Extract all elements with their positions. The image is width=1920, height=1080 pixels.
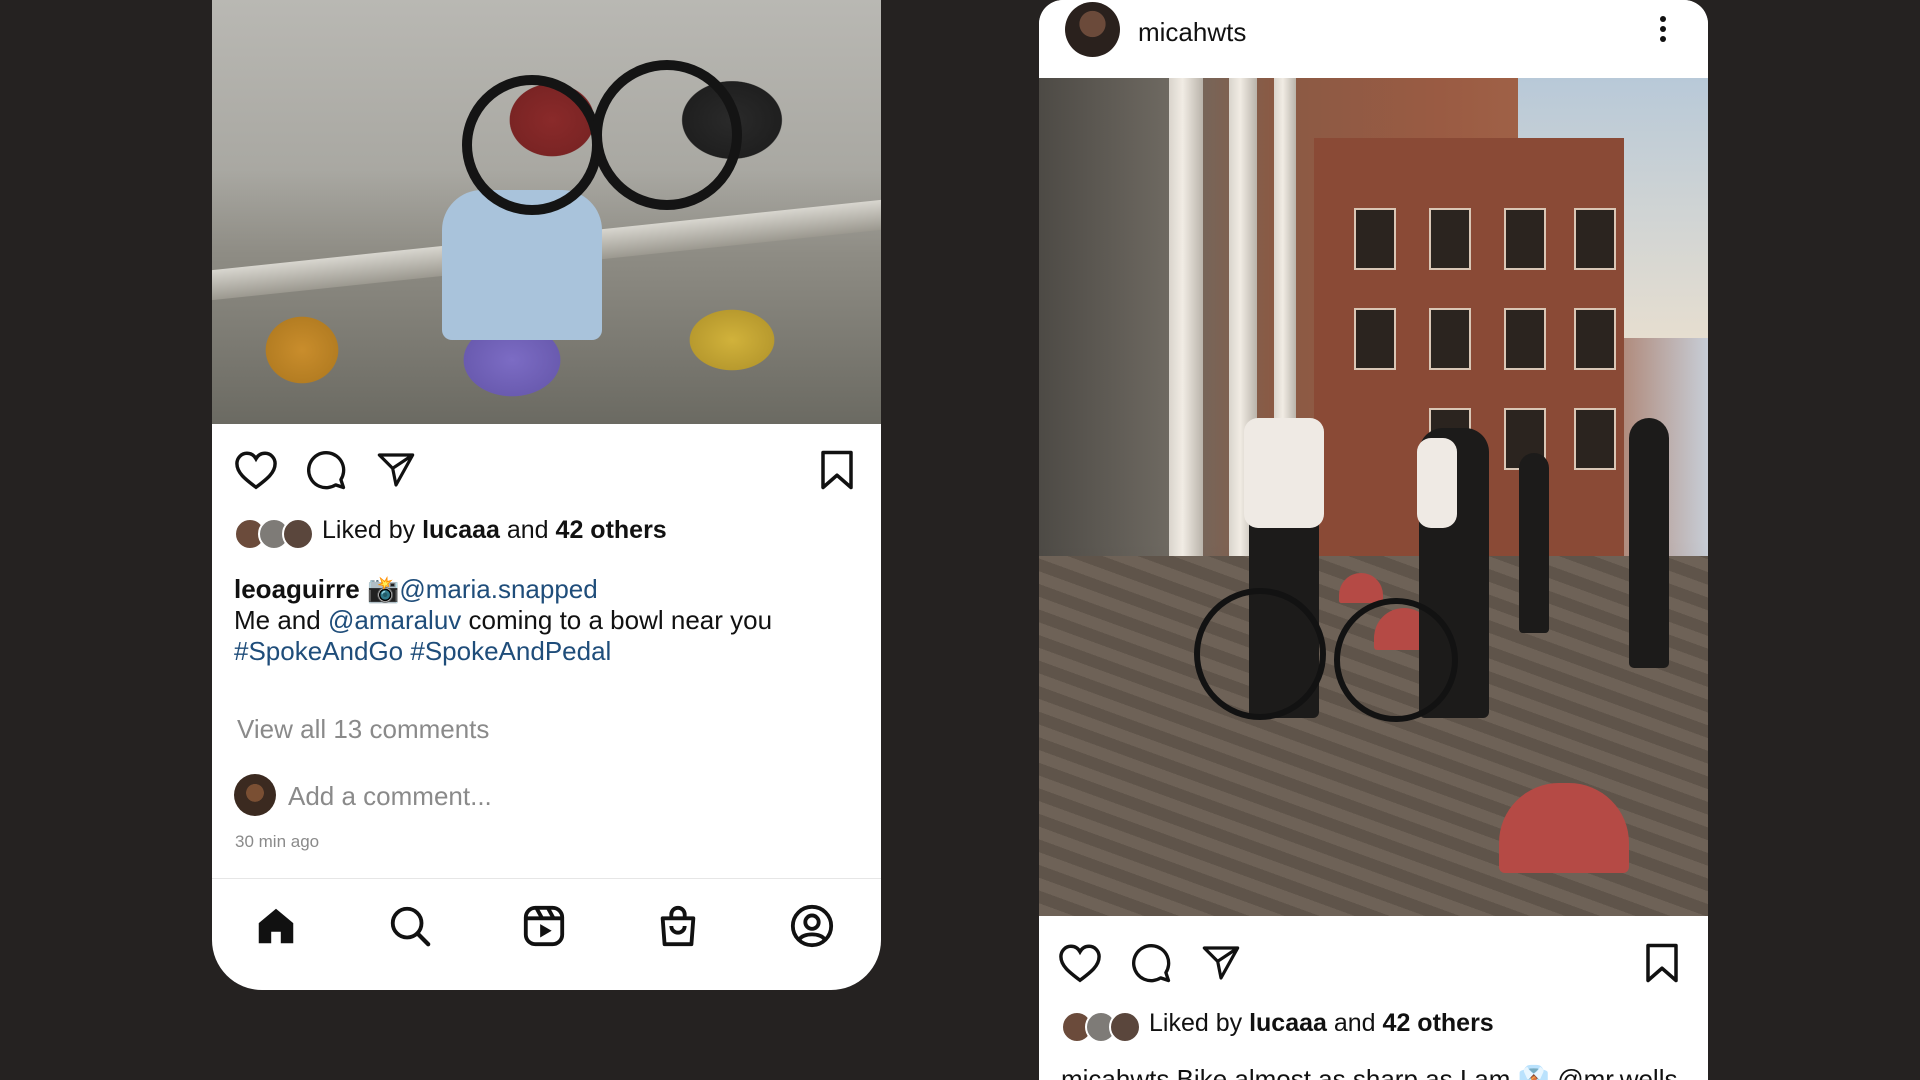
likes-text: Liked by lucaaa and 42 others: [1149, 1009, 1494, 1038]
photo-bike-wheel: [1334, 598, 1458, 722]
nav-shop[interactable]: [655, 903, 705, 953]
hashtag[interactable]: #SpokeAndGo: [234, 636, 403, 666]
comment-input[interactable]: Add a comment...: [288, 781, 492, 812]
search-icon: [390, 906, 431, 947]
photo-window: [1574, 208, 1616, 270]
photo-window: [1354, 308, 1396, 370]
caption-text: Me and: [234, 605, 321, 635]
left-post-card: Liked by lucaaa and 42 others leoaguirre…: [212, 0, 881, 990]
shop-icon: [660, 905, 696, 947]
liked-by-avatars: [1061, 1011, 1141, 1043]
caption-line-3: #SpokeAndGo #SpokeAndPedal: [234, 636, 864, 667]
caption-credit-mention[interactable]: @maria.snapped: [399, 574, 597, 604]
photo-person: [1629, 418, 1669, 668]
bottom-nav: [212, 878, 881, 990]
photo-window: [1429, 308, 1471, 370]
right-likes-row[interactable]: Liked by lucaaa and 42 others: [1061, 1009, 1701, 1043]
photo-bike-wheel: [592, 60, 742, 210]
likes-others[interactable]: 42 others: [1383, 1009, 1494, 1037]
camera-emoji: 📸: [366, 574, 400, 604]
photo-person-shirt: [1244, 418, 1324, 528]
heart-icon[interactable]: [234, 450, 278, 490]
comment-icon[interactable]: [1130, 942, 1172, 984]
hashtag[interactable]: #SpokeAndPedal: [410, 636, 611, 666]
add-comment-row[interactable]: Add a comment...: [234, 774, 834, 818]
photo-window: [1429, 208, 1471, 270]
photo-bike-wheel: [462, 75, 602, 215]
send-icon[interactable]: [1200, 943, 1242, 983]
right-post-photo[interactable]: [1039, 78, 1708, 916]
avatar: [1109, 1011, 1141, 1043]
avatar: [282, 518, 314, 550]
post-timestamp: 30 min ago: [235, 832, 320, 851]
reels-icon: [523, 905, 565, 947]
likes-user[interactable]: lucaaa: [422, 516, 500, 544]
home-icon: [258, 908, 294, 944]
photo-pillar: [1169, 78, 1203, 638]
right-caption-partial: micahwts Bike almost as sharp as I am 👔 …: [1061, 1064, 1678, 1080]
left-caption: leoaguirre 📸@maria.snapped Me and @amara…: [234, 574, 864, 667]
photo-window: [1504, 208, 1546, 270]
left-likes-row[interactable]: Liked by lucaaa and 42 others: [234, 516, 874, 550]
comment-icon[interactable]: [305, 449, 347, 491]
post-header: micahwts: [1039, 0, 1708, 78]
caption-username[interactable]: leoaguirre: [234, 574, 360, 604]
likes-and: and: [506, 516, 549, 544]
avatar: [234, 774, 276, 816]
nav-reels[interactable]: [521, 903, 571, 953]
likes-others[interactable]: 42 others: [556, 516, 667, 544]
right-action-row: [1039, 933, 1708, 997]
view-all-comments-link[interactable]: View all 13 comments: [237, 714, 489, 745]
nav-profile[interactable]: [789, 903, 839, 953]
bookmark-icon[interactable]: [819, 449, 855, 491]
post-username[interactable]: micahwts: [1138, 17, 1246, 48]
nav-home[interactable]: [253, 903, 303, 953]
liked-by-avatars: [234, 518, 314, 550]
photo-window: [1574, 308, 1616, 370]
photo-person-shirt: [1417, 438, 1457, 528]
photo-window: [1504, 308, 1546, 370]
bookmark-icon[interactable]: [1644, 942, 1680, 984]
avatar[interactable]: [1065, 2, 1120, 57]
photo-bike-wheel: [1194, 588, 1326, 720]
photo-person: [1519, 453, 1549, 633]
right-post-card: micahwts Liked by lucaaa and 42 others m…: [1039, 0, 1708, 1080]
photo-window: [1354, 208, 1396, 270]
nav-search[interactable]: [387, 903, 437, 953]
caption-line-2: Me and @amaraluv coming to a bowl near y…: [234, 605, 864, 636]
likes-text: Liked by lucaaa and 42 others: [322, 516, 667, 545]
photo-window: [1574, 408, 1616, 470]
likes-and: and: [1333, 1009, 1376, 1037]
likes-user[interactable]: lucaaa: [1249, 1009, 1327, 1037]
more-vertical-icon[interactable]: [1651, 12, 1675, 46]
left-action-row: [212, 440, 881, 504]
likes-prefix: Liked by: [322, 516, 416, 544]
caption-text: coming to a bowl near you: [468, 605, 773, 635]
left-post-photo[interactable]: [212, 0, 881, 424]
heart-icon[interactable]: [1058, 943, 1102, 983]
caption-mention[interactable]: @amaraluv: [328, 605, 461, 635]
profile-icon: [790, 904, 834, 948]
caption-line-1: leoaguirre 📸@maria.snapped: [234, 574, 864, 605]
likes-prefix: Liked by: [1149, 1009, 1243, 1037]
send-icon[interactable]: [375, 450, 417, 490]
